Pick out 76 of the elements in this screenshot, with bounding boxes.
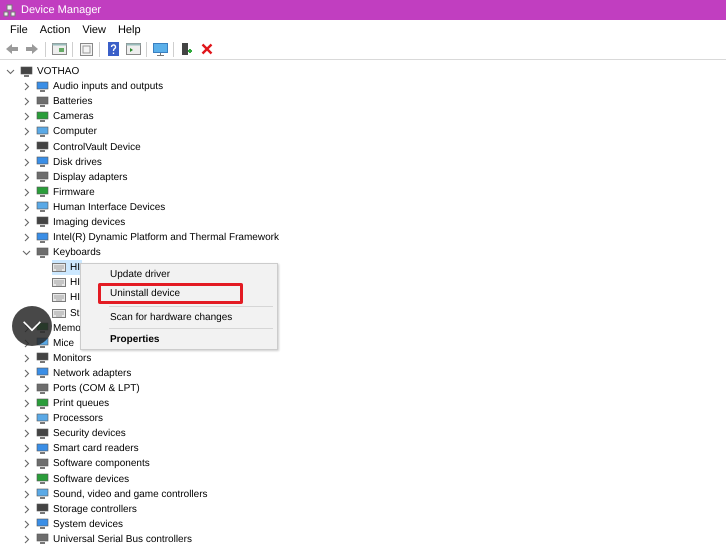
tree-item[interactable]: Imaging devices (36, 214, 128, 230)
tree-item[interactable]: Audio inputs and outputs (36, 79, 166, 94)
tree-item[interactable]: Intel(R) Dynamic Platform and Thermal Framework (36, 230, 281, 246)
device-icon (36, 110, 49, 123)
device-icon (36, 367, 49, 380)
tree-item[interactable]: Smart card readers (36, 441, 141, 456)
device-icon (36, 96, 49, 108)
tree-item[interactable]: ControlVault Device (36, 140, 143, 155)
tree-item[interactable]: Network adapters (36, 366, 134, 381)
tree-item[interactable]: Disk drives (36, 154, 104, 170)
device-icon (36, 488, 49, 500)
tree-item[interactable]: Software components (36, 456, 152, 472)
tree-item[interactable]: Display adapters (36, 170, 130, 185)
tree-item[interactable]: Processors (36, 411, 106, 426)
tree-item[interactable]: Security devices (36, 426, 128, 442)
device-icon (36, 171, 49, 184)
menu-item[interactable]: Scan for hardware changes (83, 309, 275, 326)
device-icon (20, 66, 33, 78)
device-icon (36, 473, 49, 486)
device-icon (36, 458, 49, 470)
tree-item[interactable]: Cameras (36, 109, 96, 124)
overlay-button[interactable] (12, 306, 52, 346)
device-icon (36, 352, 49, 364)
tree-item[interactable]: Monitors (36, 350, 94, 366)
device-icon (36, 246, 49, 259)
tree-item[interactable]: Human Interface Devices (36, 200, 168, 215)
tree-item[interactable]: Storage controllers (36, 502, 139, 517)
window-button[interactable] (124, 40, 142, 58)
device-icon (36, 503, 49, 516)
device-icon (36, 80, 49, 93)
tree-item[interactable]: Computer (36, 124, 99, 140)
device-icon (36, 382, 49, 395)
tree-item[interactable]: Software devices (36, 472, 132, 487)
tree-item[interactable]: St (52, 306, 82, 321)
menu-item[interactable]: Properties (83, 331, 275, 348)
keyboard-icon (52, 263, 66, 272)
window-button[interactable] (50, 40, 68, 58)
device-icon (36, 412, 49, 425)
window-title: Device Manager (21, 4, 102, 16)
tree-item[interactable]: HI (52, 275, 82, 290)
device-icon (36, 533, 49, 546)
device-icon (36, 186, 49, 198)
keyboard-icon (52, 293, 66, 302)
device-icon (36, 156, 49, 168)
tree-item[interactable]: VOTHAO (20, 64, 82, 80)
menu-item[interactable]: Update driver (83, 266, 275, 283)
tree-item[interactable]: HI (52, 290, 82, 306)
menu-item[interactable]: Help (112, 24, 147, 36)
keyboard-icon (52, 308, 66, 318)
tree-item[interactable]: Keyboards (36, 245, 103, 260)
tree-item[interactable]: HI (52, 260, 82, 276)
tree-item[interactable]: Firmware (36, 184, 97, 200)
properties-button[interactable] (77, 40, 95, 58)
tree-item[interactable]: Print queues (36, 396, 112, 412)
device-icon (36, 201, 49, 214)
device-icon (36, 232, 49, 244)
chevron-down-icon (22, 320, 42, 332)
device-icon (36, 428, 49, 440)
tree-item[interactable]: Universal Serial Bus controllers (36, 532, 194, 547)
device-icon (36, 216, 49, 228)
tree-item[interactable]: Sound, video and game controllers (36, 486, 210, 502)
tree-item[interactable]: Ports (COM & LPT) (36, 381, 142, 396)
monitor-button[interactable] (151, 40, 169, 58)
menu-item[interactable]: Action (34, 24, 76, 36)
device-icon (36, 126, 49, 138)
keyboard-icon (52, 278, 66, 288)
device-icon (36, 442, 49, 455)
device-icon (36, 518, 49, 530)
device-icon (36, 398, 49, 410)
app-icon (3, 4, 16, 16)
menu-item[interactable]: Uninstall device (83, 283, 275, 304)
tree-item[interactable]: System devices (36, 516, 126, 532)
device-icon (36, 141, 49, 154)
menu-item[interactable]: File (4, 24, 34, 36)
menu-item[interactable]: View (76, 24, 112, 36)
tree-item[interactable]: Batteries (36, 94, 94, 110)
